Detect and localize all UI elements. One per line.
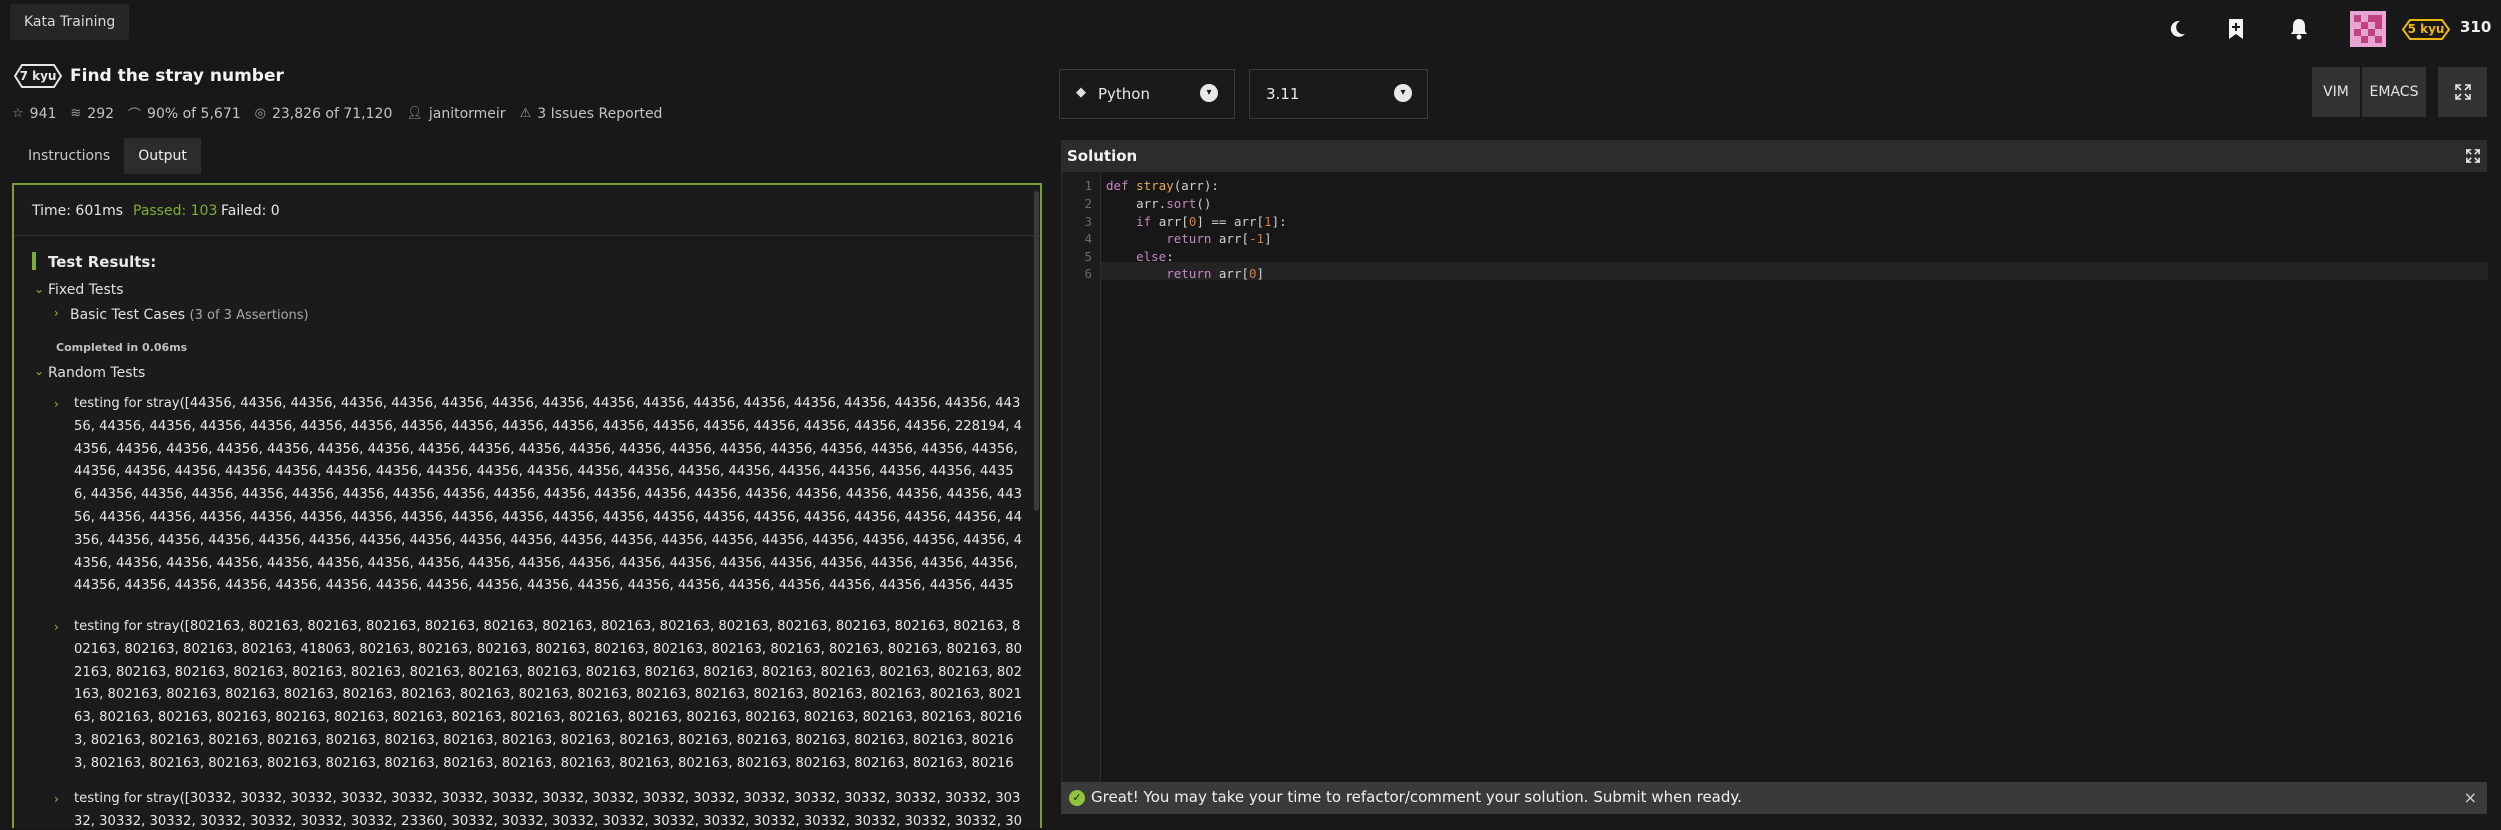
tab-output[interactable]: Output <box>124 138 201 174</box>
line-gutter: 1 2 3 4 5 6 <box>1062 172 1101 782</box>
chevron-right-icon[interactable]: › <box>54 792 59 806</box>
close-icon[interactable]: × <box>2464 788 2477 807</box>
expand-icon[interactable] <box>2466 149 2480 163</box>
kata-training-button[interactable]: Kata Training <box>10 4 130 40</box>
code-line-1: def stray(arr): <box>1106 178 1219 193</box>
completed-time: Completed in 0.06ms <box>56 341 188 354</box>
chevron-right-icon[interactable]: › <box>54 397 59 411</box>
expand-icon <box>2454 84 2471 100</box>
completions-stat: ◎ 23,826 of 71,120 <box>254 105 393 122</box>
kata-title[interactable]: Find the stray number <box>70 66 284 86</box>
moon-icon[interactable] <box>2160 12 2194 46</box>
solution-title: Solution <box>1067 147 1138 165</box>
chevron-down-icon[interactable]: ⌄ <box>34 364 44 378</box>
bell-icon[interactable] <box>2282 12 2316 46</box>
chevron-right-icon[interactable]: › <box>54 306 59 320</box>
completions-icon: ◎ <box>254 106 266 121</box>
collections-stat[interactable]: ≋ 292 <box>70 106 114 122</box>
vim-mode-button[interactable]: VIM <box>2312 67 2360 117</box>
code-line-2: arr.sort() <box>1106 196 1212 211</box>
chevron-down-icon: ▾ <box>1200 84 1218 102</box>
kata-tabs: Instructions Output <box>14 138 201 174</box>
code-line-5: else: <box>1136 249 1174 264</box>
results-scrollbar[interactable] <box>1034 191 1039 511</box>
code-line-4: return arr[-1] <box>1166 231 1272 246</box>
passed-label: Passed: 103 <box>133 203 218 219</box>
check-icon: ✓ <box>1069 790 1085 806</box>
bookmark-icon[interactable] <box>2219 12 2253 46</box>
honor-count: 310 <box>2460 18 2492 36</box>
time-label: Time: 601ms <box>32 203 124 219</box>
chevron-right-icon[interactable]: › <box>54 620 59 634</box>
code-line-3: if arr[0] == arr[1]: <box>1136 214 1287 229</box>
avatar[interactable] <box>2350 11 2386 47</box>
results-header-bar <box>32 252 36 270</box>
solution-header: Solution <box>1061 140 2487 172</box>
chevron-down-icon[interactable]: ⌄ <box>34 282 44 296</box>
toast-message: Great! You may take your time to refacto… <box>1091 788 1742 806</box>
user-rank-label: 5 kyu <box>2407 22 2445 36</box>
code-line-6: return arr[0] <box>1166 266 1265 281</box>
kata-rank-badge: 7 kyu <box>14 64 62 88</box>
tab-instructions[interactable]: Instructions <box>14 138 124 174</box>
assertion-count: (3 of 3 Assertions) <box>189 308 309 323</box>
layers-icon: ≋ <box>70 106 82 121</box>
star-icon: ☆ <box>12 106 24 121</box>
test-case-1[interactable]: testing for stray([44356, 44356, 44356, … <box>74 393 1024 599</box>
rating-icon: ⌒ <box>128 108 142 123</box>
results-header: Test Results: <box>48 253 157 271</box>
current-line-highlight <box>1101 262 2488 280</box>
author-link[interactable]: 👤︎ janitormeir <box>406 106 505 122</box>
top-bar: Kata Training 5 kyu 310 <box>0 0 2501 58</box>
python-icon: ◆ <box>1076 85 1086 100</box>
satisfaction-stat: ⌒ 90% of 5,671 <box>128 105 241 124</box>
stars-stat[interactable]: ☆ 941 <box>12 106 56 122</box>
kata-stats: ☆ 941 ≋ 292 ⌒ 90% of 5,671 ◎ 23,826 of 71,12… <box>12 104 676 124</box>
language-select[interactable]: ◆ Python ▾ <box>1059 69 1235 119</box>
user-icon: 👤︎ <box>406 106 423 121</box>
test-case-3[interactable]: testing for stray([30332, 30332, 30332, … <box>74 788 1024 830</box>
test-results: Test Results: ⌄ Fixed Tests › Basic Test… <box>14 236 1030 830</box>
output-panel: Time: 601ms Passed: 103 Failed: 0 Test R… <box>12 183 1042 830</box>
test-summary: Time: 601ms Passed: 103 Failed: 0 <box>14 185 1040 236</box>
warning-icon: ⚠ <box>519 106 532 121</box>
success-toast: ✓ Great! You may take your time to refac… <box>1061 782 2487 814</box>
issues-link[interactable]: ⚠ 3 Issues Reported <box>520 106 663 122</box>
failed-label: Failed: 0 <box>221 203 280 219</box>
kata-rank-label: 7 kyu <box>19 69 57 83</box>
emacs-mode-button[interactable]: EMACS <box>2362 67 2426 117</box>
fullscreen-button[interactable] <box>2438 67 2487 117</box>
user-rank-badge[interactable]: 5 kyu <box>2402 19 2450 40</box>
code-editor[interactable]: 1 2 3 4 5 6 def stray(arr): arr.sort() i… <box>1061 172 2488 782</box>
basic-test-cases[interactable]: Basic Test Cases (3 of 3 Assertions) <box>70 307 309 323</box>
random-tests-group[interactable]: Random Tests <box>48 365 145 381</box>
version-select[interactable]: 3.11 ▾ <box>1249 69 1428 119</box>
test-case-2[interactable]: testing for stray([802163, 802163, 80216… <box>74 616 1024 776</box>
fixed-tests-group[interactable]: Fixed Tests <box>48 282 124 298</box>
chevron-down-icon: ▾ <box>1394 84 1412 102</box>
